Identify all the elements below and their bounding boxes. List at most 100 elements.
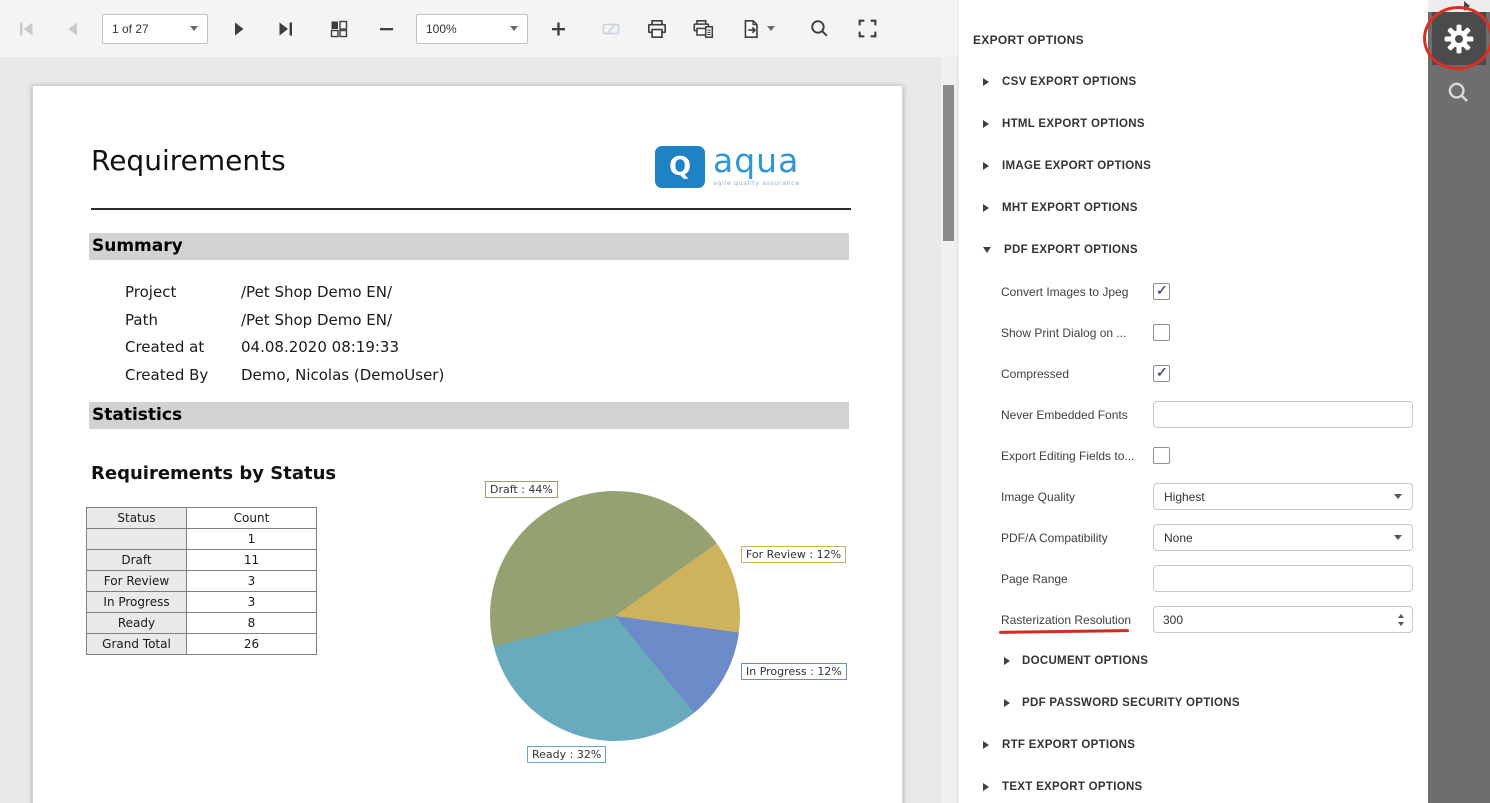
- title-divider: [91, 208, 851, 210]
- pdfa-compatibility-select[interactable]: None: [1153, 524, 1413, 551]
- search-icon: [808, 17, 831, 40]
- last-page-button[interactable]: [268, 12, 302, 46]
- convert-images-to-jpeg-checkbox[interactable]: [1153, 283, 1170, 300]
- dropdown-caret-icon: [767, 26, 775, 31]
- table-row: Ready8: [87, 613, 317, 634]
- section-csv-export-options[interactable]: CSV EXPORT OPTIONS: [959, 61, 1428, 103]
- field-label: Path: [125, 307, 241, 335]
- count-cell: 3: [187, 571, 317, 592]
- table-row: Grand Total26: [87, 634, 317, 655]
- export-settings-button[interactable]: [1432, 12, 1486, 65]
- section-label: IMAGE EXPORT OPTIONS: [1002, 160, 1151, 172]
- zoom-selector[interactable]: 100%: [416, 14, 528, 44]
- section-pdf-export-options[interactable]: PDF EXPORT OPTIONS: [959, 229, 1428, 271]
- table-header-count: Count: [187, 508, 317, 529]
- table-header-row: Status Count: [87, 508, 317, 529]
- option-never-embedded-fonts: Never Embedded Fonts: [959, 394, 1428, 435]
- option-show-print-dialog: Show Print Dialog on ...: [959, 312, 1428, 353]
- table-header-status: Status: [87, 508, 187, 529]
- multipage-view-button[interactable]: [322, 12, 356, 46]
- print-icon: [645, 17, 669, 41]
- pie-label-in-progress: In Progress : 12%: [741, 663, 847, 680]
- first-page-button[interactable]: [10, 12, 44, 46]
- previous-page-button[interactable]: [56, 12, 90, 46]
- search-icon: [1445, 79, 1472, 106]
- spin-up-icon[interactable]: [1398, 614, 1404, 618]
- pdfa-compatibility-value: None: [1164, 531, 1193, 545]
- dropdown-caret-icon: [510, 26, 518, 31]
- pie-chart: [490, 491, 740, 741]
- subsection-document-options[interactable]: DOCUMENT OPTIONS: [959, 640, 1428, 682]
- status-cell: [87, 529, 187, 550]
- export-button[interactable]: [734, 12, 780, 46]
- chevron-right-icon: [1004, 657, 1010, 665]
- panel-collapse-icon[interactable]: [1464, 1, 1470, 11]
- subsection-label: PDF PASSWORD SECURITY OPTIONS: [1022, 697, 1240, 709]
- dropdown-caret-icon: [1394, 494, 1402, 499]
- status-cell: In Progress: [87, 592, 187, 613]
- chevron-right-icon: [983, 741, 989, 749]
- page-selector-value: 1 of 27: [112, 22, 149, 36]
- zoom-in-button[interactable]: [542, 12, 576, 46]
- aqua-logo-text: aqua: [713, 146, 800, 176]
- table-row: For Review3: [87, 571, 317, 592]
- aqua-logo-tagline: agile quality assurance: [713, 179, 800, 187]
- status-cell: Ready: [87, 613, 187, 634]
- page-selector[interactable]: 1 of 27: [102, 14, 208, 44]
- summary-fields: Project /Pet Shop Demo EN/ Path /Pet Sho…: [125, 279, 444, 389]
- option-label: Rasterization Resolution: [1001, 613, 1153, 627]
- toolbar: 1 of 27 100%: [0, 0, 958, 57]
- scrollbar-thumb[interactable]: [943, 85, 954, 241]
- count-cell: 1: [187, 529, 317, 550]
- status-cell: For Review: [87, 571, 187, 592]
- dropdown-caret-icon: [1394, 535, 1402, 540]
- pie-label-ready: Ready : 32%: [527, 746, 606, 763]
- export-editing-fields-checkbox[interactable]: [1153, 447, 1170, 464]
- next-page-icon: [228, 18, 250, 40]
- print-page-icon: [691, 17, 715, 41]
- chevron-right-icon: [983, 204, 989, 212]
- subsection-label: DOCUMENT OPTIONS: [1022, 655, 1148, 667]
- print-button[interactable]: [640, 12, 674, 46]
- fullscreen-button[interactable]: [850, 12, 884, 46]
- section-image-export-options[interactable]: IMAGE EXPORT OPTIONS: [959, 145, 1428, 187]
- page-range-input[interactable]: [1153, 565, 1413, 592]
- option-label-text: Rasterization Resolution: [1001, 613, 1131, 627]
- option-export-editing-fields: Export Editing Fields to...: [959, 435, 1428, 476]
- multipage-view-icon: [328, 18, 350, 40]
- document-scrollbar[interactable]: [941, 57, 956, 803]
- chevron-right-icon: [983, 120, 989, 128]
- field-label: Project: [125, 279, 241, 307]
- section-rtf-export-options[interactable]: RTF EXPORT OPTIONS: [959, 724, 1428, 766]
- next-page-button[interactable]: [222, 12, 256, 46]
- table-row: In Progress3: [87, 592, 317, 613]
- panel-title: EXPORT OPTIONS: [973, 33, 1428, 47]
- section-text-export-options[interactable]: TEXT EXPORT OPTIONS: [959, 766, 1428, 803]
- search-button[interactable]: [802, 12, 836, 46]
- show-print-dialog-checkbox[interactable]: [1153, 324, 1170, 341]
- option-compressed: Compressed: [959, 353, 1428, 394]
- rasterization-resolution-input[interactable]: [1154, 613, 1398, 627]
- chart-title: Requirements by Status: [91, 463, 336, 484]
- section-mht-export-options[interactable]: MHT EXPORT OPTIONS: [959, 187, 1428, 229]
- option-label: PDF/A Compatibility: [1001, 531, 1153, 545]
- never-embedded-fonts-input[interactable]: [1153, 401, 1413, 428]
- field-value: Demo, Nicolas (DemoUser): [241, 362, 444, 390]
- compressed-checkbox[interactable]: [1153, 365, 1170, 382]
- option-pdfa-compatibility: PDF/A Compatibility None: [959, 517, 1428, 558]
- panel-collapse-strip: [1428, 0, 1490, 12]
- spin-down-icon[interactable]: [1398, 622, 1404, 626]
- print-page-button[interactable]: [686, 12, 720, 46]
- image-quality-select[interactable]: Highest: [1153, 483, 1413, 510]
- aqua-logo: Q aqua agile quality assurance: [655, 146, 800, 188]
- first-page-icon: [16, 18, 38, 40]
- count-cell: 8: [187, 613, 317, 634]
- subsection-pdf-password-security-options[interactable]: PDF PASSWORD SECURITY OPTIONS: [959, 682, 1428, 724]
- report-page: Requirements Q aqua agile quality assura…: [32, 85, 903, 803]
- rail-search-button[interactable]: [1445, 79, 1472, 111]
- zoom-out-button[interactable]: [370, 12, 404, 46]
- highlight-editing-fields-button: [594, 12, 628, 46]
- highlight-fields-icon: [600, 18, 622, 40]
- section-html-export-options[interactable]: HTML EXPORT OPTIONS: [959, 103, 1428, 145]
- spinner-buttons[interactable]: [1398, 614, 1404, 626]
